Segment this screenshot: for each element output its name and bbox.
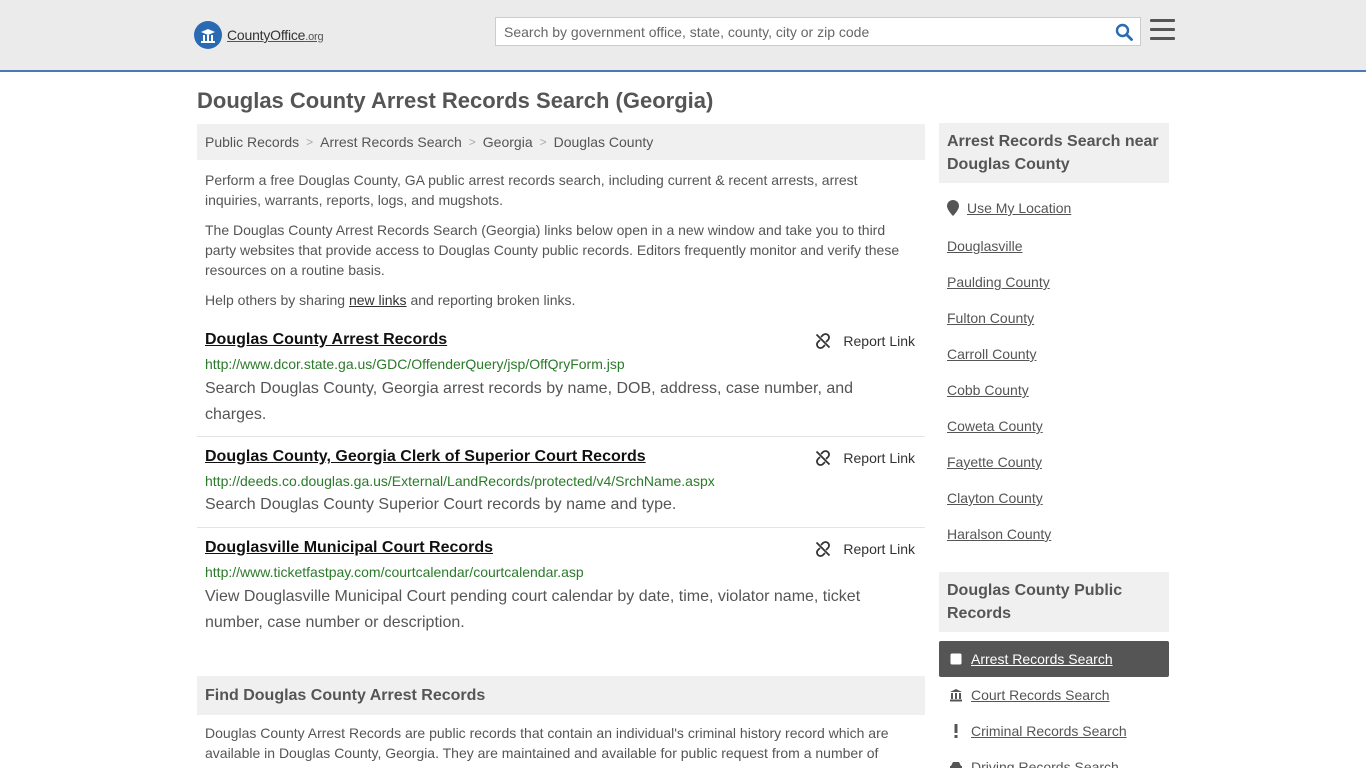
sidebar-link-label[interactable]: Court Records Search <box>971 687 1110 703</box>
entry-description: Search Douglas County, Georgia arrest re… <box>205 380 854 423</box>
nearby-link-cobb[interactable]: Cobb County <box>947 382 1029 398</box>
nearby-link-douglasville[interactable]: Douglasville <box>947 238 1022 254</box>
report-link-button[interactable]: Report Link <box>815 450 915 466</box>
record-entry: Douglasville Municipal Court Records Rep… <box>197 539 925 639</box>
sidebar-item-driving-records[interactable]: Driving Records Search <box>939 749 1169 768</box>
entry-url: http://deeds.co.douglas.ga.us/External/L… <box>205 473 715 489</box>
search-button[interactable] <box>1108 18 1140 45</box>
map-pin-icon <box>947 200 959 216</box>
nearby-link-paulding[interactable]: Paulding County <box>947 274 1050 290</box>
chevron-right-icon: > <box>306 135 314 149</box>
entry-title-link[interactable]: Douglas County Arrest Records <box>205 331 447 349</box>
find-section-heading: Find Douglas County Arrest Records <box>197 676 925 715</box>
divider <box>197 436 925 437</box>
entry-title-link[interactable]: Douglas County, Georgia Clerk of Superio… <box>205 448 646 466</box>
sidebar-item-court-records[interactable]: Court Records Search <box>939 677 1169 713</box>
breadcrumb-public-records[interactable]: Public Records <box>205 134 299 150</box>
nearby-link-fayette[interactable]: Fayette County <box>947 454 1042 470</box>
breadcrumb: Public Records > Arrest Records Search >… <box>197 124 925 160</box>
report-link-button[interactable]: Report Link <box>815 541 915 557</box>
disclaimer-paragraph: The Douglas County Arrest Records Search… <box>205 222 900 278</box>
exclamation-icon <box>949 724 963 738</box>
use-my-location-link[interactable]: Use My Location <box>967 200 1071 216</box>
site-header: CountyOffice.org <box>0 0 1366 72</box>
broken-link-icon <box>816 450 831 466</box>
nearby-link-coweta[interactable]: Coweta County <box>947 418 1043 434</box>
broken-link-icon <box>816 541 831 557</box>
use-location-row: Use My Location <box>947 200 1071 216</box>
breadcrumb-georgia[interactable]: Georgia <box>483 134 533 150</box>
page-title: Douglas County Arrest Records Search (Ge… <box>197 88 714 113</box>
entry-url: http://www.dcor.state.ga.us/GDC/Offender… <box>205 356 625 372</box>
entry-description: View Douglasville Municipal Court pendin… <box>205 588 861 631</box>
sidebar-item-criminal-records[interactable]: Criminal Records Search <box>939 713 1169 749</box>
nearby-heading: Arrest Records Search near Douglas Count… <box>939 123 1169 183</box>
hamburger-menu-icon[interactable] <box>1150 19 1175 43</box>
record-entry: Douglas County, Georgia Clerk of Superio… <box>197 448 925 520</box>
public-records-heading: Douglas County Public Records <box>939 572 1169 632</box>
broken-link-icon <box>816 333 831 349</box>
entry-url: http://www.ticketfastpay.com/courtcalend… <box>205 564 584 580</box>
share-paragraph: Help others by sharing new links and rep… <box>205 292 576 308</box>
chevron-right-icon: > <box>468 135 476 149</box>
search-input[interactable] <box>496 18 1108 45</box>
nearby-link-carroll[interactable]: Carroll County <box>947 346 1036 362</box>
breadcrumb-arrest-records[interactable]: Arrest Records Search <box>320 134 462 150</box>
sidebar-link-label[interactable]: Arrest Records Search <box>971 651 1113 667</box>
square-icon <box>949 652 963 666</box>
nearby-link-haralson[interactable]: Haralson County <box>947 526 1051 542</box>
courthouse-icon <box>949 688 963 702</box>
report-link-button[interactable]: Report Link <box>815 333 915 349</box>
find-section-text: Douglas County Arrest Records are public… <box>205 725 889 761</box>
nearby-link-clayton[interactable]: Clayton County <box>947 490 1043 506</box>
breadcrumb-douglas-county[interactable]: Douglas County <box>554 134 654 150</box>
entry-description: Search Douglas County Superior Court rec… <box>205 496 677 513</box>
search-icon <box>1115 23 1133 41</box>
intro-paragraph: Perform a free Douglas County, GA public… <box>205 172 858 208</box>
sidebar-link-label[interactable]: Criminal Records Search <box>971 723 1127 739</box>
sidebar-link-label[interactable]: Driving Records Search <box>971 759 1119 768</box>
chevron-right-icon: > <box>539 135 547 149</box>
entry-title-link[interactable]: Douglasville Municipal Court Records <box>205 539 493 557</box>
divider <box>197 527 925 528</box>
search-bar <box>495 17 1141 46</box>
logo-seal-icon <box>194 21 222 49</box>
record-entry: Douglas County Arrest Records Report Lin… <box>197 331 925 431</box>
nearby-link-fulton[interactable]: Fulton County <box>947 310 1034 326</box>
site-logo[interactable]: CountyOffice.org <box>194 21 324 49</box>
car-icon <box>949 760 963 768</box>
logo-text: CountyOffice.org <box>227 27 324 43</box>
sidebar-item-arrest-records[interactable]: Arrest Records Search <box>939 641 1169 677</box>
new-links-link[interactable]: new links <box>349 292 407 308</box>
